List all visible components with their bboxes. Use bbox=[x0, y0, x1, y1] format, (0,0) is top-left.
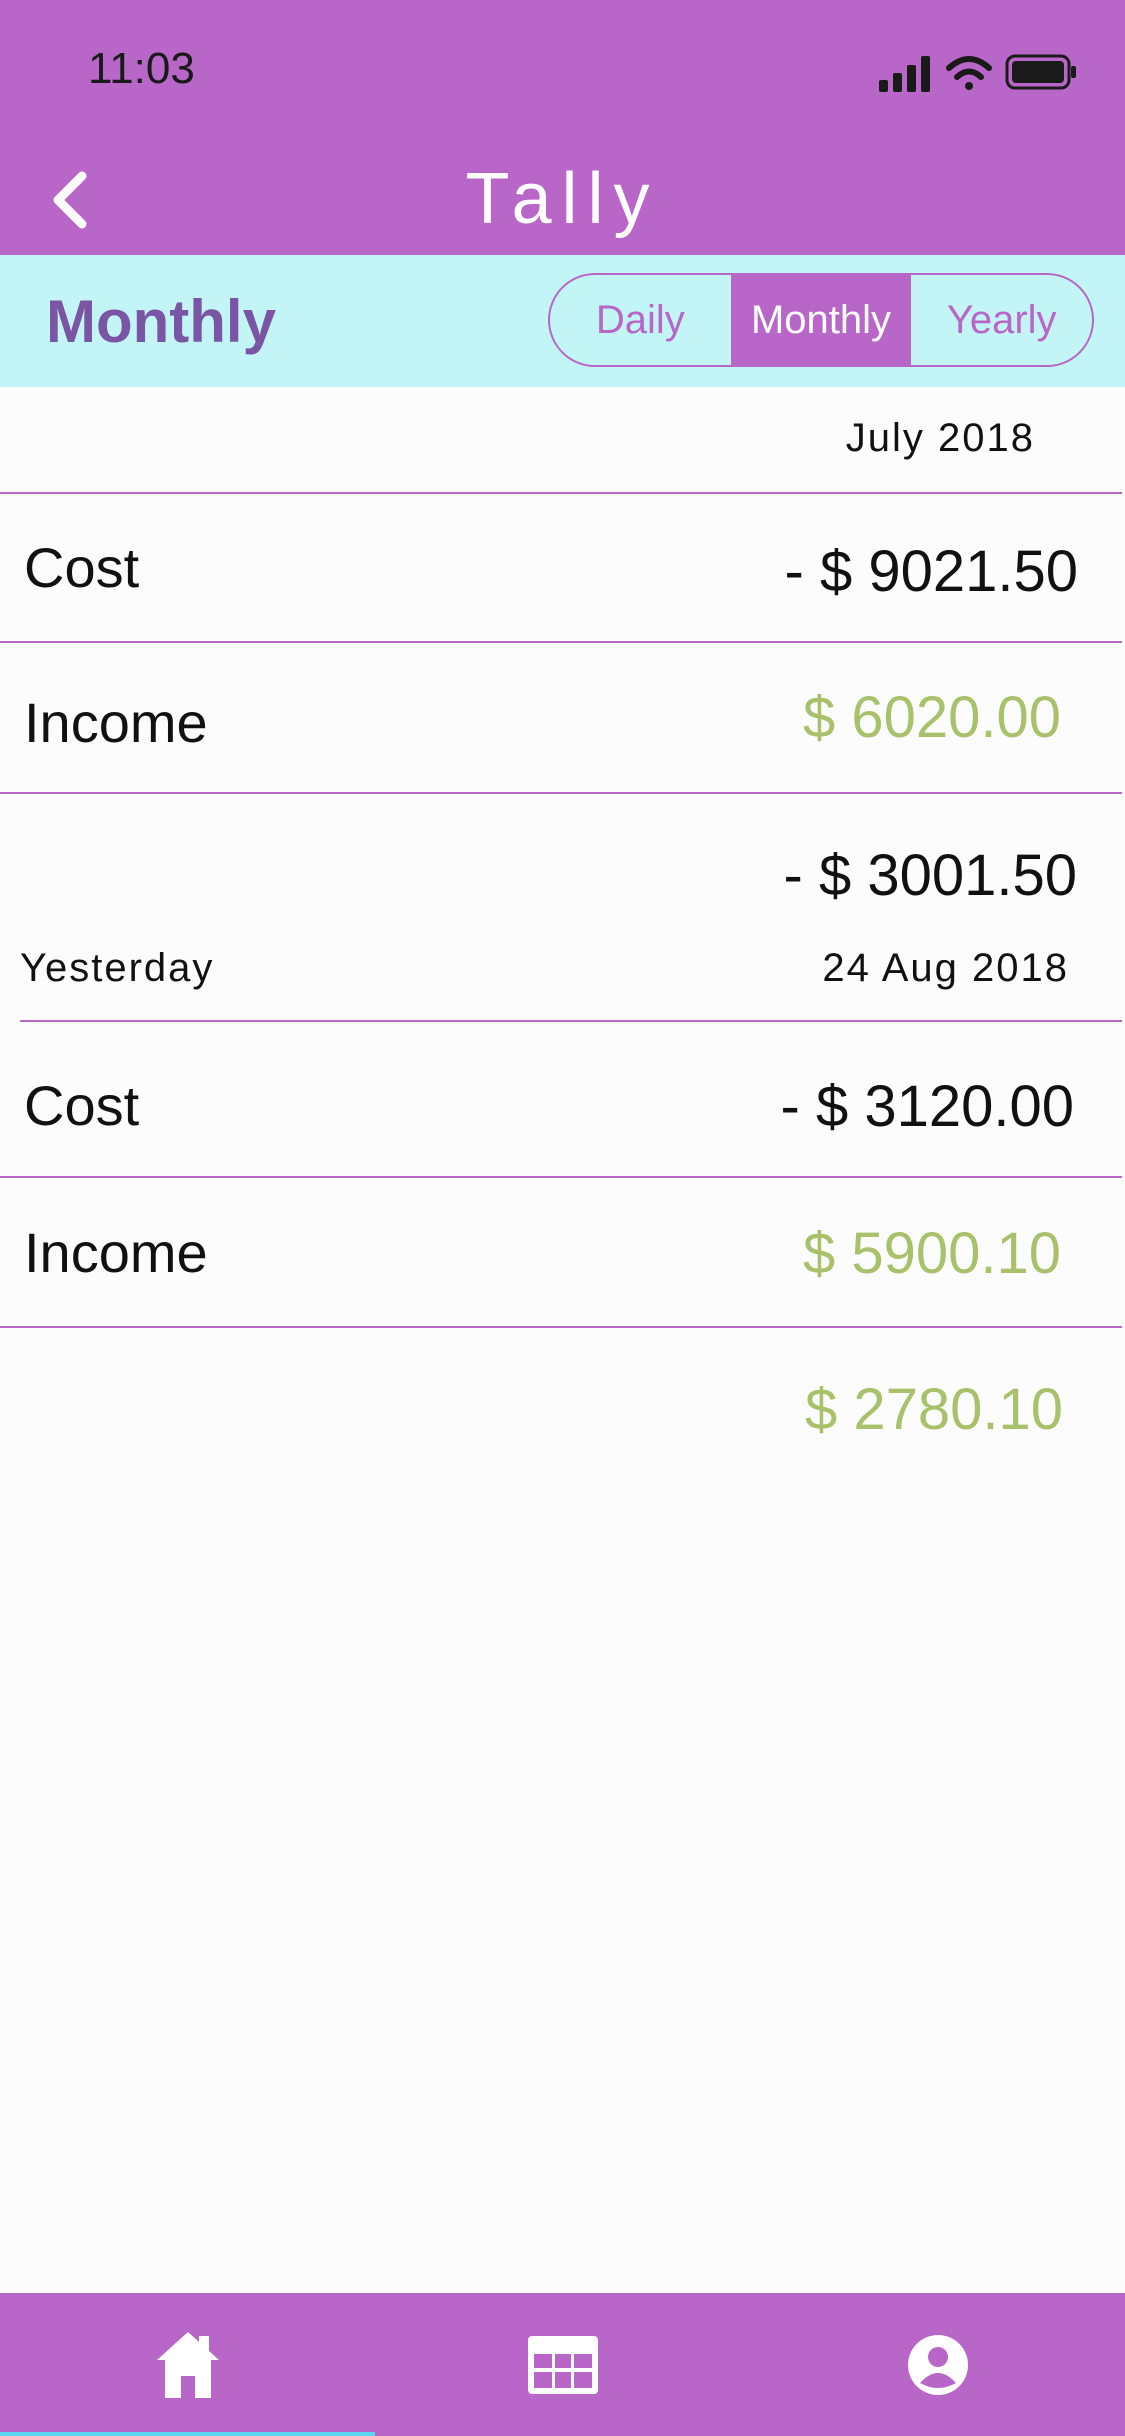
divider bbox=[0, 792, 1122, 794]
divider bbox=[0, 1326, 1122, 1328]
tab-bar bbox=[0, 2293, 1125, 2436]
app-header: 11:03 Tally bbox=[0, 0, 1125, 255]
divider bbox=[0, 641, 1122, 643]
segment-yearly[interactable]: Yearly bbox=[911, 275, 1092, 365]
signal-icon bbox=[879, 56, 930, 92]
status-icons bbox=[879, 54, 1076, 92]
cost-amount: - $ 3120.00 bbox=[780, 1074, 1074, 1139]
segment-monthly[interactable]: Monthly bbox=[730, 275, 912, 365]
home-icon bbox=[156, 2331, 219, 2398]
segment-daily[interactable]: Daily bbox=[550, 275, 731, 365]
period-heading: Monthly bbox=[46, 288, 276, 355]
cost-amount: - $ 9021.50 bbox=[784, 539, 1078, 604]
income-label: Income bbox=[24, 1221, 208, 1284]
divider bbox=[20, 1020, 1122, 1022]
battery-icon bbox=[1005, 54, 1076, 90]
section-date: 24 Aug 2018 bbox=[822, 946, 1069, 990]
section-label: Yesterday bbox=[20, 946, 215, 990]
net-total-amount: - $ 3001.50 bbox=[783, 843, 1077, 908]
divider bbox=[0, 1176, 1122, 1178]
income-amount: $ 6020.00 bbox=[802, 685, 1061, 750]
section-date: July 2018 bbox=[845, 416, 1035, 460]
account-icon bbox=[907, 2334, 968, 2395]
divider bbox=[0, 492, 1122, 494]
income-amount: $ 5900.10 bbox=[802, 1221, 1061, 1286]
period-bar: Monthly Daily Monthly Yearly bbox=[0, 255, 1125, 387]
page-title: Tally bbox=[465, 159, 660, 239]
calendar-grid-icon bbox=[527, 2335, 598, 2394]
cost-label: Cost bbox=[24, 1074, 140, 1137]
period-segmented-control: Daily Monthly Yearly bbox=[548, 273, 1094, 367]
net-total-amount: $ 2780.10 bbox=[804, 1377, 1063, 1442]
tab-account[interactable] bbox=[750, 2293, 1125, 2436]
tab-home[interactable] bbox=[0, 2293, 375, 2436]
active-tab-indicator bbox=[0, 2432, 375, 2436]
cost-label: Cost bbox=[24, 536, 140, 599]
income-label: Income bbox=[24, 691, 208, 754]
status-time: 11:03 bbox=[88, 44, 195, 93]
tab-calendar[interactable] bbox=[375, 2293, 750, 2436]
wifi-icon bbox=[946, 56, 992, 90]
